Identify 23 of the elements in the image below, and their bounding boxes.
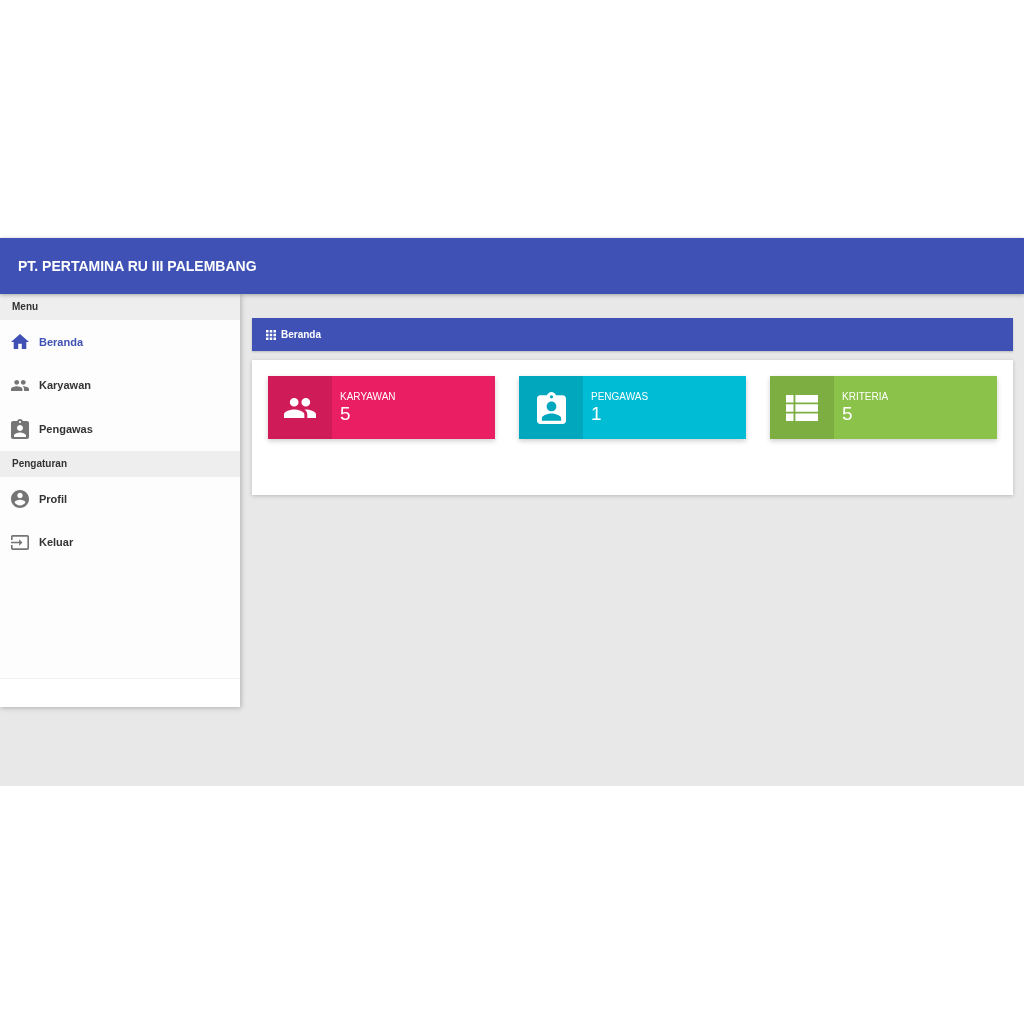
list-icon: [786, 394, 818, 421]
breadcrumb-label: Beranda: [281, 329, 321, 340]
menu-section-heading: Menu: [0, 294, 240, 320]
sidebar-item[interactable]: Keluar: [0, 520, 240, 565]
stat-label: KARYAWAN: [340, 391, 396, 403]
home-icon: [11, 334, 29, 350]
people-icon: [284, 397, 316, 418]
id-badge-icon: [536, 391, 566, 424]
grid-icon: [266, 329, 276, 340]
sidebar-item[interactable]: Profil: [0, 476, 240, 521]
sidebar-item[interactable]: Pengawas: [0, 407, 240, 451]
sidebar-item[interactable]: Karyawan: [0, 363, 240, 408]
stat-label: PENGAWAS: [591, 391, 649, 403]
menu-section-heading: Pengaturan: [0, 450, 240, 477]
stat-value: 5: [340, 403, 351, 425]
stat-label: KRITERIA: [842, 391, 889, 403]
stat-value: 1: [591, 403, 602, 425]
arrow-into-box-icon: [11, 534, 29, 550]
stat-value: 5: [842, 403, 853, 425]
header-title: PT. PERTAMINA RU III PALEMBANG: [18, 258, 257, 274]
people-icon: [11, 380, 29, 391]
id-badge-icon: [11, 419, 29, 440]
sidebar-item[interactable]: Beranda: [0, 320, 240, 364]
